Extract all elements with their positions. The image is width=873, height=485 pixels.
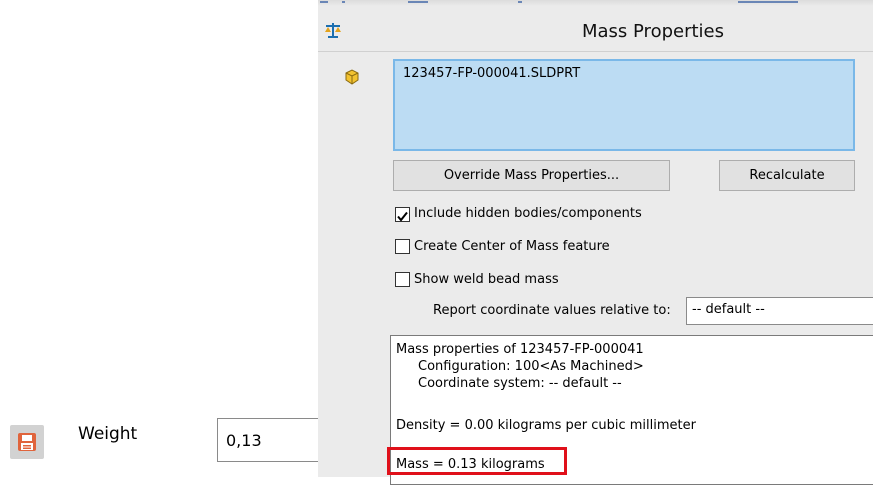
mass-highlight-box — [387, 447, 567, 475]
toolbar-strip — [318, 0, 873, 6]
save-icon[interactable] — [10, 425, 44, 459]
weld-bead-mass-checkbox[interactable] — [395, 272, 410, 287]
results-coordinate-system: Coordinate system: -- default -- — [418, 376, 622, 391]
include-hidden-checkbox[interactable] — [395, 207, 410, 222]
report-coordinates-label: Report coordinate values relative to: — [433, 303, 671, 318]
results-configuration: Configuration: 100<As Machined> — [418, 359, 644, 374]
override-mass-properties-button[interactable]: Override Mass Properties... — [393, 160, 670, 191]
center-of-mass-checkbox[interactable] — [395, 239, 410, 254]
selected-items-list[interactable]: 123457-FP-000041.SLDPRT — [393, 59, 855, 151]
recalculate-button[interactable]: Recalculate — [719, 160, 855, 191]
dialog-title: Mass Properties — [581, 21, 724, 42]
title-divider — [318, 51, 873, 52]
checkmark-icon — [397, 211, 408, 222]
weight-label: Weight — [78, 424, 138, 444]
selected-item[interactable]: 123457-FP-000041.SLDPRT — [403, 66, 580, 81]
weight-field[interactable]: 0,13 — [217, 418, 327, 462]
coordinate-system-select[interactable]: -- default -- — [686, 297, 873, 325]
center-of-mass-label: Create Center of Mass feature — [414, 239, 610, 254]
part-icon — [343, 68, 361, 90]
weld-bead-mass-label: Show weld bead mass — [414, 272, 559, 287]
include-hidden-label: Include hidden bodies/components — [414, 206, 642, 221]
results-header: Mass properties of 123457-FP-000041 — [396, 342, 644, 357]
results-density: Density = 0.00 kilograms per cubic milli… — [396, 418, 696, 433]
